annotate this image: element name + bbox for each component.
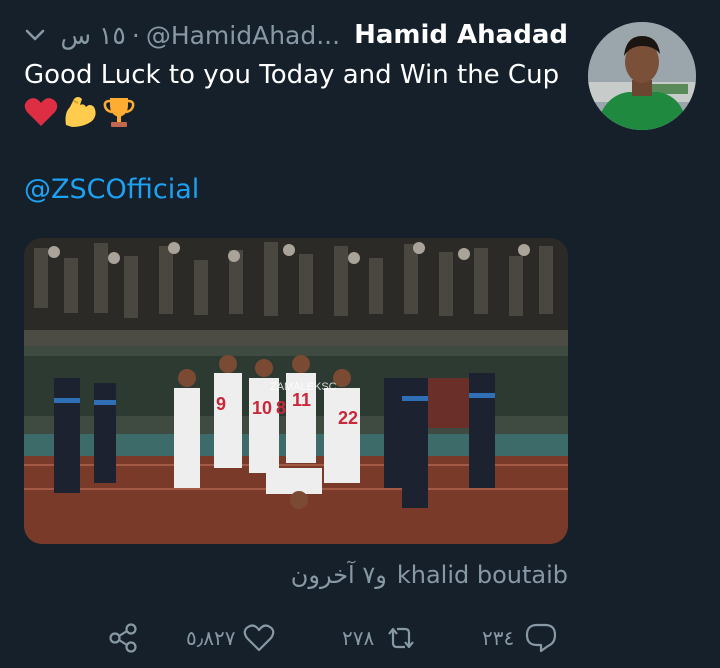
share-icon: [106, 621, 140, 655]
liked-by-others: و٧ آخرون: [290, 561, 387, 589]
trophy-icon: [102, 95, 136, 133]
separator-dot: ·: [131, 20, 140, 50]
liked-by-name: khalid boutaib: [396, 561, 568, 589]
reply-icon: [524, 622, 558, 654]
tweet-time: ١٥ س: [60, 20, 126, 50]
like-count: ٥٫٨٢٧: [186, 626, 236, 650]
jersey-number: 8: [276, 398, 286, 418]
tweet-text: Good Luck to you Today and Win the Cup: [24, 60, 560, 90]
photo-watermark: ZAMALEKSC: [270, 381, 337, 393]
retweet-icon: [384, 623, 418, 653]
tweet-handle[interactable]: @HamidAhad...: [146, 21, 340, 50]
action-bar: ٥٫٨٢٧ ٢٧٨ ٢٣٤: [106, 618, 576, 658]
jersey-number: 22: [338, 408, 358, 428]
tweet-header: ١٥ س · @HamidAhad... Hamid Ahadad: [24, 18, 568, 52]
heart-icon: [24, 97, 58, 131]
reply-button[interactable]: ٢٣٤: [482, 618, 558, 658]
reply-count: ٢٣٤: [482, 626, 515, 650]
jersey-number: 10: [252, 398, 272, 418]
like-button[interactable]: ٥٫٨٢٧: [186, 618, 275, 658]
share-button[interactable]: [106, 618, 140, 658]
display-name[interactable]: Hamid Ahadad: [354, 20, 568, 50]
heart-outline-icon: [243, 623, 275, 653]
avatar[interactable]: [588, 22, 696, 130]
emoji-row: [24, 96, 136, 132]
tweet-meta: ١٥ س · @HamidAhad...: [61, 21, 341, 50]
mention-link[interactable]: @ZSCOfficial: [24, 174, 199, 205]
tweet-photo[interactable]: 9 10 8 11 22 ZAMALEKSC: [24, 238, 568, 544]
chevron-down-icon[interactable]: [24, 24, 46, 46]
jersey-number: 9: [216, 394, 226, 414]
retweet-count: ٢٧٨: [342, 626, 375, 650]
flexed-biceps-icon: [62, 95, 98, 133]
jersey-number: 11: [292, 390, 311, 410]
retweet-button[interactable]: ٢٧٨: [342, 618, 418, 658]
liked-by[interactable]: و٧ آخرون khalid boutaib: [291, 561, 568, 589]
